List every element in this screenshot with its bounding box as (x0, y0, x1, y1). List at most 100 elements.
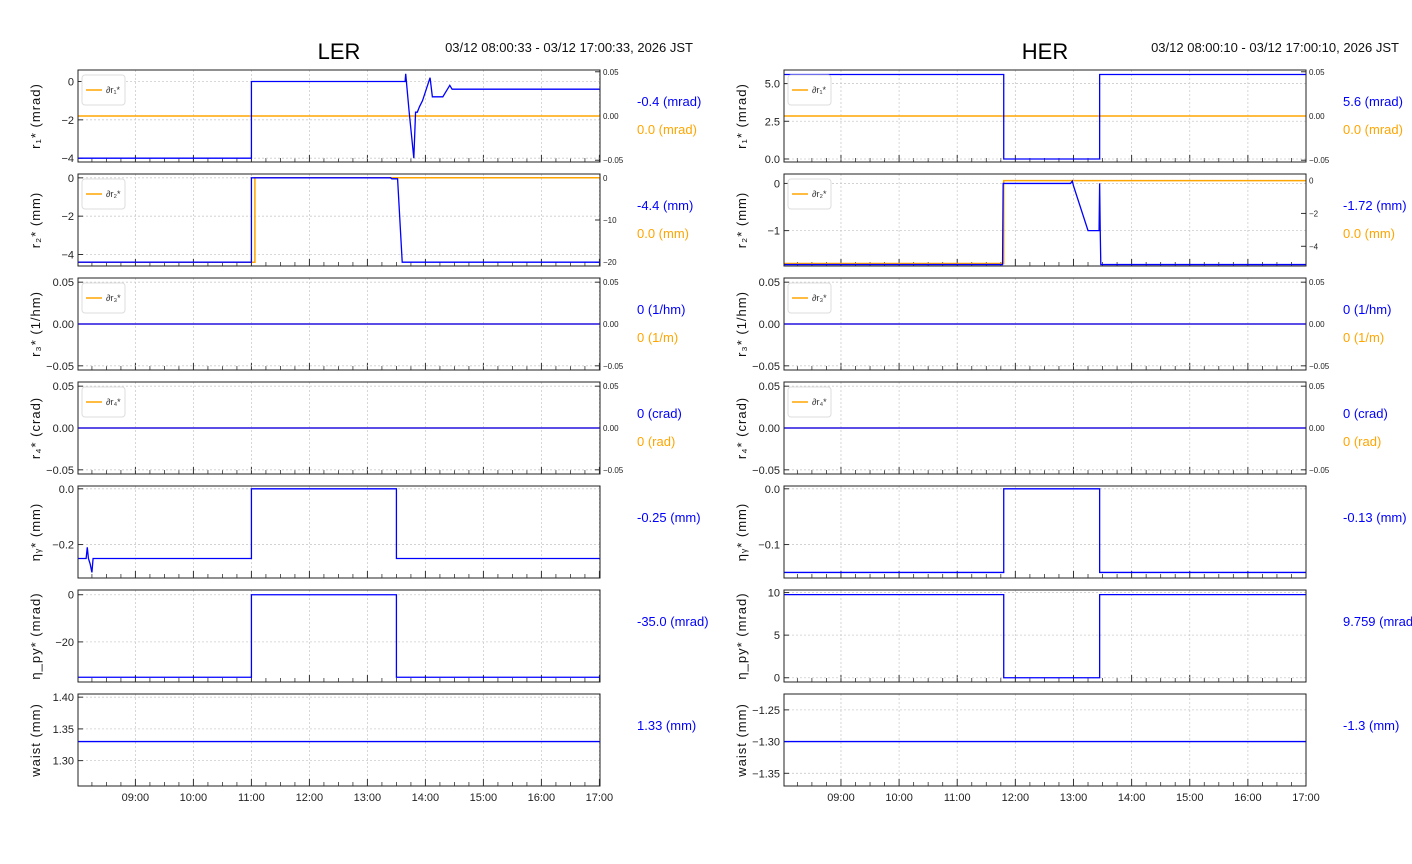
series-line-etapy (78, 594, 600, 678)
y-tick-label: 0.0 (59, 484, 74, 496)
readout-value: -1.72 (mm) (1343, 198, 1407, 213)
right-y-tick-label: 0.00 (1309, 424, 1325, 433)
y-tick-label: −0.05 (46, 465, 74, 477)
y-tick-label: −2 (61, 211, 74, 223)
right-y-tick-label: −20 (603, 258, 617, 267)
x-tick-label: 17:00 (586, 792, 614, 804)
series-line-r2 (78, 177, 600, 263)
y-axis-label: r₁* (mrad) (28, 83, 43, 149)
ler-chart: LER 03/12 08:00:33 - 03/12 17:00:33, 2026… (28, 39, 709, 804)
series-line-etay (784, 488, 1306, 574)
panel-3: 0.05 0.00 −0.05 0.05 0.00 −0.05 ∂r₄* r₄* (crad)… (734, 381, 1388, 477)
y-axis-label: r₄* (crad) (28, 397, 43, 459)
series-line-etay (78, 488, 600, 573)
y-tick-label: 10 (768, 588, 780, 600)
panel-5: 10 5 0 η_py* (mrad) 9.759 (mrad) (734, 588, 1412, 685)
readout-value: 1.33 (mm) (637, 718, 696, 733)
readout-value: 9.759 (mrad) (1343, 614, 1412, 629)
plot-frame (77, 589, 601, 683)
y-tick-label: 0.0 (765, 484, 780, 496)
y-tick-label: 0 (68, 77, 74, 89)
y-axis-label: ηᵧ* (mm) (734, 503, 749, 561)
right-y-tick-label: −0.05 (1309, 156, 1330, 165)
readout-value: 0 (rad) (637, 434, 675, 449)
y-tick-label: −1 (767, 226, 780, 238)
y-axis-label: r₃* (1/hm) (28, 291, 43, 357)
legend-label: ∂r₂* (106, 189, 121, 199)
readout-value: 0 (crad) (637, 406, 682, 421)
x-tick-label: 11:00 (944, 792, 971, 804)
y-axis-label: waist (mm) (28, 703, 43, 778)
y-tick-label: 0.00 (759, 319, 780, 331)
right-y-tick-label: −4 (1309, 242, 1319, 251)
y-axis-label: η_py* (mrad) (734, 592, 749, 679)
y-tick-label: −0.05 (752, 465, 780, 477)
plot-frame (783, 485, 1307, 579)
legend: ∂r₂* (787, 178, 832, 210)
x-tick-label: 13:00 (1060, 792, 1088, 804)
right-y-tick-label: 0 (1309, 177, 1314, 186)
y-tick-label: 0.05 (759, 381, 780, 393)
right-y-tick-label: −0.05 (603, 156, 624, 165)
y-axis-label: waist (mm) (734, 703, 749, 778)
right-y-tick-label: 0.00 (603, 320, 619, 329)
panel-1: 0 −2 −4 0 −10 −20 ∂r₂* r₂* (mm) -4.4 (mm) 0.0 (mm… (28, 173, 693, 267)
y-tick-label: −0.1 (758, 540, 780, 552)
right-y-tick-label: 0 (603, 174, 608, 183)
beam-parameter-figure: LER 03/12 08:00:33 - 03/12 17:00:33, 2026… (28, 39, 1412, 804)
series-line-r2 (784, 179, 1306, 266)
readout-value: -4.4 (mm) (637, 198, 693, 213)
right-y-tick-label: 0.05 (603, 68, 619, 77)
plot-frame (77, 485, 601, 579)
series-line-etapy (784, 593, 1306, 679)
y-tick-label: 0 (68, 590, 74, 602)
x-tick-label: 16:00 (1234, 792, 1262, 804)
y-tick-label: 0.05 (53, 381, 74, 393)
plot-frame (783, 693, 1307, 787)
panel-4: 0.0 −0.1 ηᵧ* (mm) -0.13 (mm) (734, 484, 1407, 579)
plot-frame (77, 173, 601, 267)
panel-6: 1.40 1.35 1.30 waist (mm) 1.33 (mm) 09:00 10:0… (28, 692, 696, 804)
y-tick-label: 0 (68, 173, 74, 185)
y-tick-label: 2.5 (765, 116, 780, 128)
readout-value: 0 (1/hm) (1343, 302, 1391, 317)
x-tick-label: 13:00 (354, 792, 382, 804)
panel-1: 0 −1 0 −2 −4 ∂r₂* r₂* (mm) -1.72 (mm) 0.0 (mm) (734, 173, 1407, 267)
y-axis-label: r₂* (mm) (28, 192, 43, 248)
y-tick-label: −1.25 (752, 705, 780, 717)
y-tick-label: 0.05 (53, 277, 74, 289)
y-tick-label: −0.05 (46, 361, 74, 373)
readout-value: -0.25 (mm) (637, 510, 701, 525)
panel-2: 0.05 0.00 −0.05 0.05 0.00 −0.05 ∂r₃* r₃* (1/hm)… (28, 277, 685, 373)
time-range: 03/12 08:00:10 - 03/12 17:00:10, 2026 JS… (1151, 40, 1399, 55)
right-y-tick-label: 0.00 (603, 112, 619, 121)
right-y-tick-label: 0.05 (603, 278, 619, 287)
y-tick-label: −0.05 (752, 361, 780, 373)
right-y-tick-label: −10 (603, 216, 617, 225)
panel-5: 0 −20 η_py* (mrad) -35.0 (mrad) (28, 589, 709, 683)
readout-value: 0 (1/m) (1343, 330, 1384, 345)
plot-frame (783, 589, 1307, 683)
y-axis-label: r₂* (mm) (734, 192, 749, 248)
chart-title: LER (318, 39, 361, 64)
y-tick-label: −1.30 (752, 737, 780, 749)
right-y-tick-label: −0.05 (1309, 362, 1330, 371)
legend: ∂r₄* (81, 386, 126, 418)
y-tick-label: −1.35 (752, 768, 780, 780)
readout-value: 0.0 (mrad) (637, 122, 697, 137)
readout-value: 0 (1/m) (637, 330, 678, 345)
legend: ∂r₁* (81, 74, 126, 106)
y-tick-label: 5 (774, 630, 780, 642)
y-axis-label: η_py* (mrad) (28, 592, 43, 679)
legend-label: ∂r₁* (812, 85, 826, 95)
y-tick-label: −4 (61, 250, 74, 262)
legend: ∂r₂* (81, 178, 126, 210)
readout-value: 0 (crad) (1343, 406, 1388, 421)
panel-0: 0 −2 −4 0.05 0.00 −0.05 ∂r₁* r₁* (mrad) -0.4 (mr… (28, 68, 701, 165)
legend: ∂r₃* (81, 282, 126, 314)
readout-value: -0.4 (mrad) (637, 94, 701, 109)
panel-2: 0.05 0.00 −0.05 0.05 0.00 −0.05 ∂r₃* r₃* (1/hm)… (734, 277, 1391, 373)
series-line-r2 (784, 179, 1306, 265)
y-tick-label: 5.0 (765, 79, 780, 91)
x-tick-label: 10:00 (885, 792, 913, 804)
